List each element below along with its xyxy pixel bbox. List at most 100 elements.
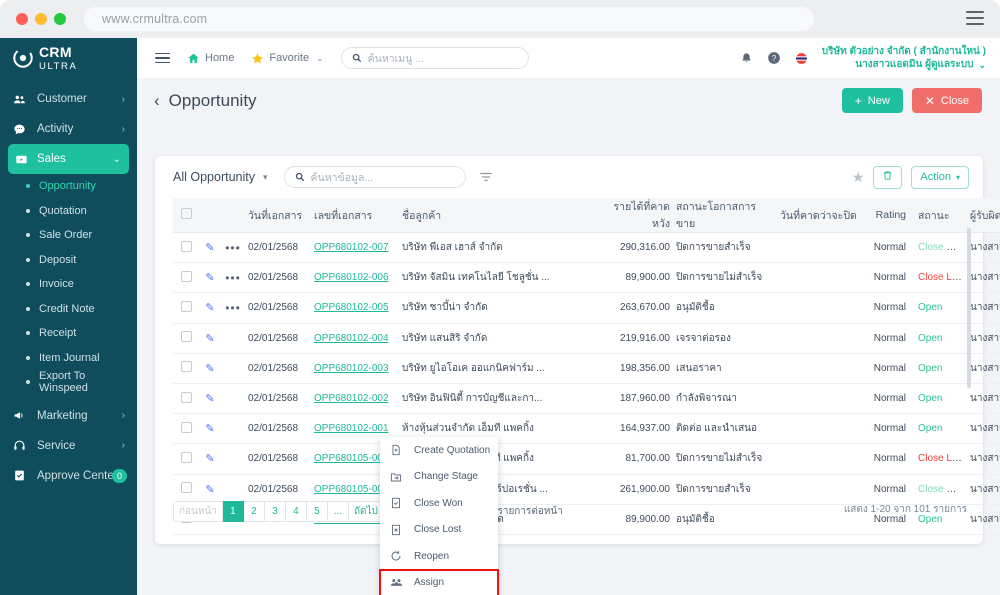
app-logo[interactable]: CRM ULTRA	[0, 38, 137, 78]
document-link[interactable]: OPP680102-002	[314, 393, 389, 404]
close-button[interactable]: ✕ Close	[911, 88, 982, 113]
more-actions-icon[interactable]: •••	[225, 241, 241, 255]
view-filter-dropdown[interactable]: All Opportunity ▾	[173, 170, 268, 184]
pagination-page-2[interactable]: 2	[243, 500, 265, 522]
edit-icon[interactable]: ✎	[205, 333, 214, 345]
sidebar-subitem-item-journal[interactable]: Item Journal	[0, 346, 137, 371]
row-checkbox[interactable]	[180, 331, 192, 343]
row-checkbox[interactable]	[180, 270, 192, 282]
delete-selected-button[interactable]	[873, 165, 903, 189]
flag-thailand-icon[interactable]	[795, 52, 808, 65]
column-document-date[interactable]: วันที่เอกสาร	[245, 198, 311, 233]
column-document-no[interactable]: เลขที่เอกสาร	[311, 198, 399, 233]
column-expected-revenue[interactable]: รายได้ที่คาดหวัง	[595, 198, 673, 233]
table-row[interactable]: ✎ 02/01/2568 OPP680102-001 ห้างหุ้นส่วนจำกั…	[173, 413, 1000, 445]
document-link[interactable]: OPP680102-004	[314, 333, 389, 344]
url-input[interactable]: www.crmultra.com	[84, 7, 814, 31]
context-menu-item-close-lost[interactable]: Close Lost	[380, 517, 498, 544]
sidebar-item-marketing[interactable]: Marketing ›	[0, 401, 137, 431]
filter-icon[interactable]	[479, 170, 493, 184]
table-row[interactable]: ✎ 02/01/2568 OPP680102-004 บริษัท แสนสิริ จ…	[173, 323, 1000, 354]
column-status[interactable]: สถานะ	[909, 198, 967, 233]
edit-icon[interactable]: ✎	[205, 393, 214, 405]
edit-icon[interactable]: ✎	[205, 242, 214, 254]
sidebar-toggle-icon[interactable]	[155, 52, 170, 64]
close-window-button[interactable]	[16, 13, 28, 25]
action-dropdown-button[interactable]: Action ▾	[911, 165, 969, 189]
edit-icon[interactable]: ✎	[205, 272, 214, 284]
document-link[interactable]: OPP680105-006	[314, 484, 389, 495]
sidebar-subitem-opportunity[interactable]: Opportunity	[0, 174, 137, 199]
sidebar-subitem-deposit[interactable]: Deposit	[0, 248, 137, 273]
row-checkbox[interactable]	[180, 421, 192, 433]
more-actions-icon[interactable]: •••	[225, 301, 241, 315]
nav-favorite[interactable]: Favorite ⌄	[251, 52, 324, 65]
context-menu-item-assign[interactable]: Assign	[379, 568, 499, 595]
row-checkbox[interactable]	[180, 361, 192, 373]
new-button[interactable]: + New	[841, 88, 903, 113]
table-row[interactable]: ✎ 02/01/2568 OPP680102-002 บริษัท อินฟินิตี…	[173, 383, 1000, 415]
menu-search-input[interactable]: ค้นหาเมนู ...	[340, 47, 529, 69]
help-icon[interactable]: ?	[767, 51, 781, 65]
more-actions-icon[interactable]: •••	[225, 271, 241, 285]
context-menu-item-reopen[interactable]: Reopen	[380, 543, 498, 570]
edit-icon[interactable]: ✎	[205, 484, 214, 496]
user-menu[interactable]: นางสาวแอดมิน ผู้ดูแลระบบ ⌄	[822, 58, 986, 72]
row-checkbox[interactable]	[180, 391, 192, 403]
context-menu-item-change-stage[interactable]: Change Stage	[380, 464, 498, 491]
nav-home[interactable]: Home	[187, 52, 234, 65]
sidebar-subitem-receipt[interactable]: Receipt	[0, 321, 137, 346]
browser-menu-icon[interactable]	[966, 11, 984, 25]
pagination-page-1[interactable]: 1	[222, 500, 244, 522]
document-link[interactable]: OPP680102-001	[314, 423, 389, 434]
sidebar-subitem-export-to-winspeed[interactable]: Export To Winspeed	[0, 370, 137, 395]
pagination-next[interactable]: ถัดไป	[348, 500, 384, 522]
star-icon[interactable]: ★	[852, 169, 865, 186]
column-expected-close-date[interactable]: วันที่คาดว่าจะปิด	[777, 198, 865, 233]
select-all-checkbox[interactable]	[180, 208, 192, 219]
row-checkbox[interactable]	[180, 482, 192, 494]
row-checkbox[interactable]	[180, 451, 192, 463]
table-row[interactable]: ✎ ••• 02/01/2568 OPP680102-007 บริษัท พีเอส …	[173, 232, 1000, 264]
pagination-ellipsis[interactable]: ...	[327, 500, 349, 522]
column-sales-stage[interactable]: สถานะโอกาสการขาย	[673, 198, 777, 233]
maximize-window-button[interactable]	[54, 13, 66, 25]
sidebar-subitem-credit-note[interactable]: Credit Note	[0, 297, 137, 322]
pagination-prev[interactable]: ก่อนหน้า	[173, 500, 223, 522]
row-checkbox[interactable]	[180, 240, 192, 252]
minimize-window-button[interactable]	[35, 13, 47, 25]
document-link[interactable]: OPP680102-005	[314, 302, 389, 313]
column-customer-name[interactable]: ชื่อลูกค้า	[399, 198, 595, 233]
edit-icon[interactable]: ✎	[205, 302, 214, 314]
column-rating[interactable]: Rating	[865, 198, 909, 233]
edit-icon[interactable]: ✎	[205, 363, 214, 375]
bell-icon[interactable]	[740, 52, 753, 65]
sidebar-subitem-sale-order[interactable]: Sale Order	[0, 223, 137, 248]
edit-icon[interactable]: ✎	[205, 423, 214, 435]
pagination-page-3[interactable]: 3	[264, 500, 286, 522]
sidebar-item-approve-center[interactable]: Approve Center 0	[0, 461, 137, 491]
search-input[interactable]: ค้นหาข้อมูล...	[283, 166, 466, 188]
back-button[interactable]: ‹	[154, 91, 160, 111]
pagination-page-4[interactable]: 4	[285, 500, 307, 522]
sidebar-item-sales[interactable]: Sales ⌄	[8, 144, 129, 174]
sidebar-item-customer[interactable]: Customer ›	[0, 84, 137, 114]
column-owner[interactable]: ผู้รับผิดชอบ	[967, 198, 1000, 233]
table-row[interactable]: ✎02/01/2568OPP680105-007ห้างหุ้นส่วนจำกั…	[173, 443, 1000, 475]
edit-icon[interactable]: ✎	[205, 453, 214, 465]
sidebar-item-activity[interactable]: Activity ›	[0, 114, 137, 144]
context-menu-item-create-quotation[interactable]: Create Quotation	[380, 437, 498, 464]
row-checkbox[interactable]	[180, 300, 192, 312]
sidebar-subitem-quotation[interactable]: Quotation	[0, 199, 137, 224]
table-row[interactable]: ✎ ••• 02/01/2568 OPP680102-005 บริษัท ชาบึ้น…	[173, 292, 1000, 324]
sidebar-item-service[interactable]: Service ›	[0, 431, 137, 461]
document-link[interactable]: OPP680105-007	[314, 453, 389, 464]
table-row[interactable]: ✎ 02/01/2568 OPP680102-003 บริษัท ยูไอโอเค …	[173, 353, 1000, 384]
context-menu-item-close-won[interactable]: Close Won	[380, 490, 498, 517]
pagination-page-5[interactable]: 5	[306, 500, 328, 522]
document-link[interactable]: OPP680102-003	[314, 363, 389, 374]
sidebar-subitem-invoice[interactable]: Invoice	[0, 272, 137, 297]
table-vertical-scrollbar[interactable]	[967, 228, 971, 388]
table-row[interactable]: ✎ ••• 02/01/2568 OPP680102-006 บริษัท จัสมิน…	[173, 262, 1000, 294]
document-link[interactable]: OPP680102-006	[314, 272, 389, 283]
